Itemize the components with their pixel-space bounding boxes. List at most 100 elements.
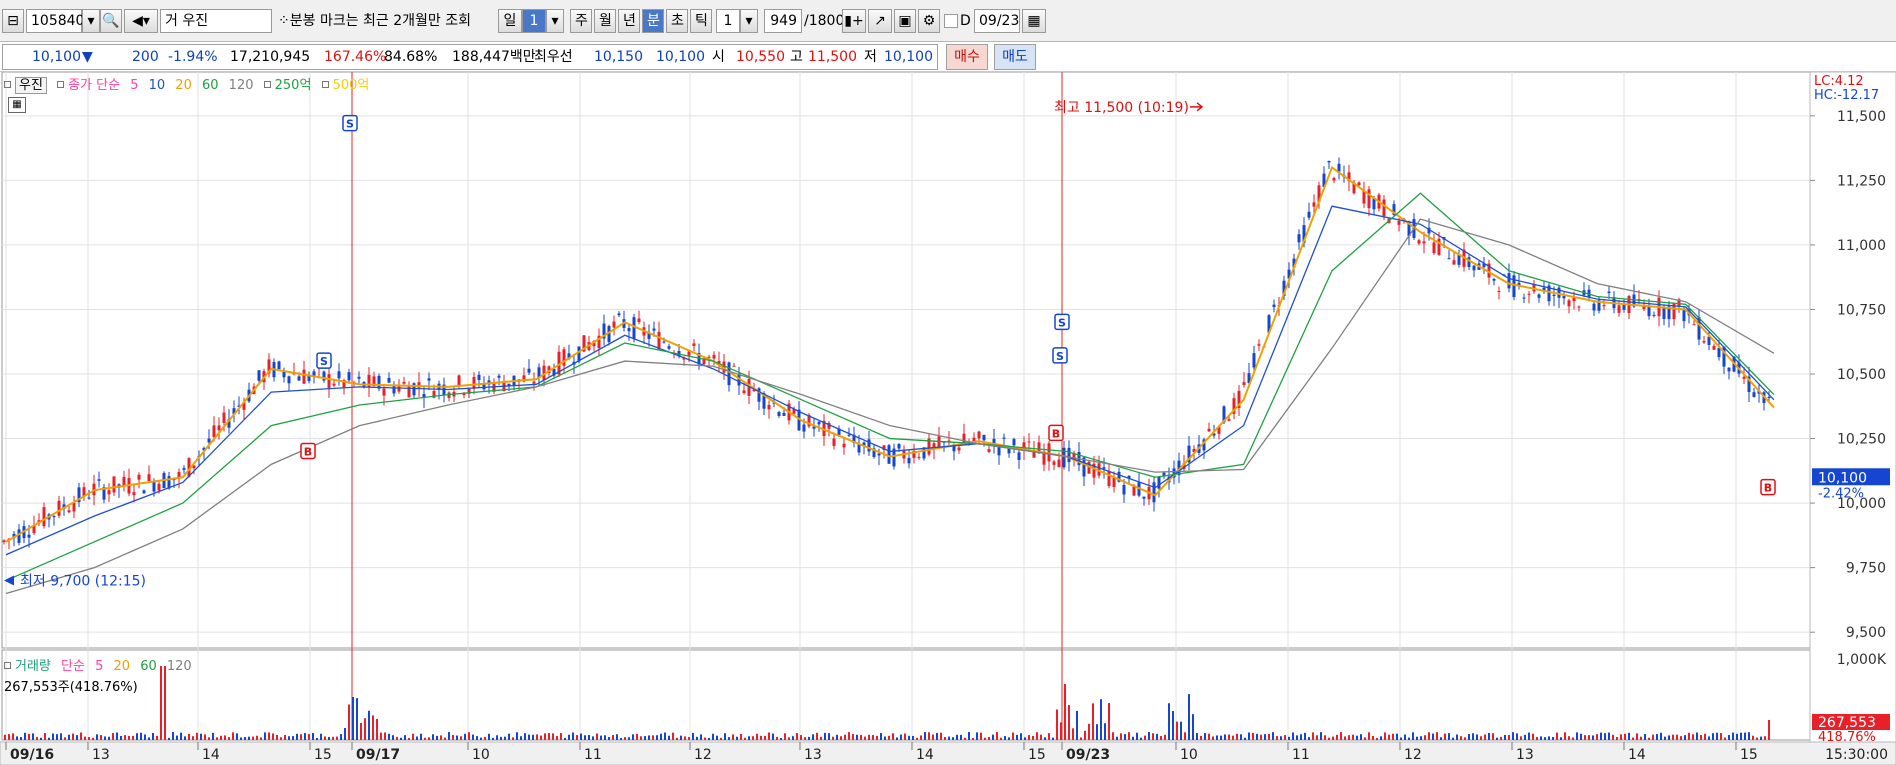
volume-bar xyxy=(804,737,806,740)
volume-bar xyxy=(524,733,526,740)
volume-bar xyxy=(1540,736,1542,740)
date-field[interactable]: 09/23 xyxy=(974,9,1020,33)
period-dropdown-icon[interactable]: ▾ xyxy=(546,9,564,33)
zoom-in-icon[interactable]: ▮+ xyxy=(842,9,866,33)
legend-stock-name[interactable]: 우진 xyxy=(15,77,47,94)
date-label: D xyxy=(960,13,971,29)
volume-bar xyxy=(1392,733,1394,740)
volume-bar xyxy=(580,733,582,740)
candle-body xyxy=(977,431,981,439)
tick-value-field[interactable]: 1 xyxy=(716,9,740,33)
tick-dropdown-icon[interactable]: ▾ xyxy=(740,9,758,33)
candle-body xyxy=(327,374,331,388)
volume-bar xyxy=(660,733,662,740)
volume-bar xyxy=(444,737,446,740)
time-tick-label: 11 xyxy=(1292,747,1310,763)
candle-body xyxy=(347,372,351,381)
current-price-pct: -2.42% xyxy=(1818,486,1864,501)
volume-bar xyxy=(708,737,710,740)
candle-body xyxy=(402,381,406,384)
volume-bar xyxy=(896,737,898,740)
period-tick-button[interactable]: 틱 xyxy=(690,9,712,33)
speaker-icon[interactable]: ◀▾ xyxy=(124,9,158,33)
volume-bar xyxy=(424,737,426,740)
count-field[interactable]: 949 xyxy=(764,9,802,33)
calendar-icon[interactable]: ▦ xyxy=(1022,9,1046,33)
price-chart[interactable]: 11,50011,25011,00010,75010,50010,25010,0… xyxy=(0,72,1896,765)
sell-button[interactable]: 매도 xyxy=(994,44,1036,70)
volume-bar xyxy=(1212,736,1214,740)
volume-bar xyxy=(1248,732,1250,740)
period-month-button[interactable]: 월 xyxy=(594,9,616,33)
volume-bar xyxy=(560,733,562,740)
price-tick-label: 11,250 xyxy=(1837,173,1886,189)
candle-body xyxy=(477,374,481,380)
candle-body xyxy=(332,383,336,386)
candle-body xyxy=(1382,199,1386,217)
candle-body xyxy=(1312,202,1316,207)
trend-line-icon[interactable]: ↗ xyxy=(868,9,892,33)
period-day-button[interactable]: 일 xyxy=(498,9,522,33)
volume-legend: 거래량 단순 5 20 60 120 267,553주(418.76%) xyxy=(4,655,198,695)
volume-bar xyxy=(300,734,302,740)
volume-bar xyxy=(468,732,470,740)
volume-bar xyxy=(1760,736,1762,740)
legend-toggle-icon[interactable] xyxy=(4,81,11,88)
volume-bar xyxy=(800,735,802,740)
volume-bar xyxy=(1188,694,1190,740)
volume-bar xyxy=(880,733,882,740)
volume-bar xyxy=(1084,730,1086,740)
stock-name-field[interactable]: 거 우진 xyxy=(160,9,272,33)
settings-gear-icon[interactable]: ⚙ xyxy=(918,9,940,33)
period-second-button[interactable]: 초 xyxy=(666,9,688,33)
volume-bar xyxy=(788,737,790,740)
candle-body xyxy=(1592,303,1596,311)
signal-mark-label: S xyxy=(346,118,354,131)
grid-toggle-icon[interactable]: ▦ xyxy=(8,97,26,113)
stock-code-input[interactable]: 105840 xyxy=(26,9,84,33)
volume-bar xyxy=(296,733,298,740)
volume-bar xyxy=(792,736,794,740)
volume-bar xyxy=(1108,703,1110,740)
volume-bar xyxy=(40,737,42,740)
date-checkbox[interactable] xyxy=(944,14,958,28)
volume-bar xyxy=(748,736,750,740)
period-minute-button[interactable]: 분 xyxy=(642,9,664,33)
volume-bar xyxy=(112,733,114,740)
volume-bar xyxy=(1596,734,1598,740)
volume-bar xyxy=(1588,735,1590,740)
candle-body xyxy=(1742,376,1746,379)
volume-bar xyxy=(568,734,570,740)
chart-menu-icon[interactable]: ⊟ xyxy=(2,9,24,33)
period-year-button[interactable]: 년 xyxy=(618,9,640,33)
volume-bar xyxy=(940,732,942,740)
candle-body xyxy=(1422,241,1426,244)
candle-body xyxy=(1102,467,1106,469)
volume-bar xyxy=(1060,722,1062,740)
candle-body xyxy=(652,328,656,331)
volume-bar xyxy=(464,733,466,740)
candle-body xyxy=(907,457,911,464)
volume-bar xyxy=(1408,737,1410,740)
candle-body xyxy=(1052,461,1056,465)
code-dropdown-icon[interactable]: ▾ xyxy=(82,9,100,33)
hc-label: HC:-12.17 xyxy=(1814,88,1879,103)
volume-bar xyxy=(1452,737,1454,740)
search-icon[interactable]: 🔍 xyxy=(100,9,122,33)
time-tick-label: 09/17 xyxy=(356,747,400,763)
volume-bar xyxy=(1552,736,1554,740)
candle-body xyxy=(1327,160,1331,163)
signal-mark-label: S xyxy=(1056,350,1064,363)
period-week-button[interactable]: 주 xyxy=(570,9,592,33)
price-tick-label: 9,750 xyxy=(1846,561,1886,577)
volume-bar xyxy=(1164,734,1166,740)
volume-bar xyxy=(976,732,978,740)
volume-bar xyxy=(824,732,826,740)
period-value-field[interactable]: 1 xyxy=(522,9,546,33)
volume-bar xyxy=(688,737,690,740)
buy-button[interactable]: 매수 xyxy=(946,44,988,70)
save-icon[interactable]: ▣ xyxy=(894,9,916,33)
volume-bar xyxy=(1256,733,1258,740)
volume-bar xyxy=(1564,732,1566,740)
volume-bar xyxy=(52,733,54,740)
